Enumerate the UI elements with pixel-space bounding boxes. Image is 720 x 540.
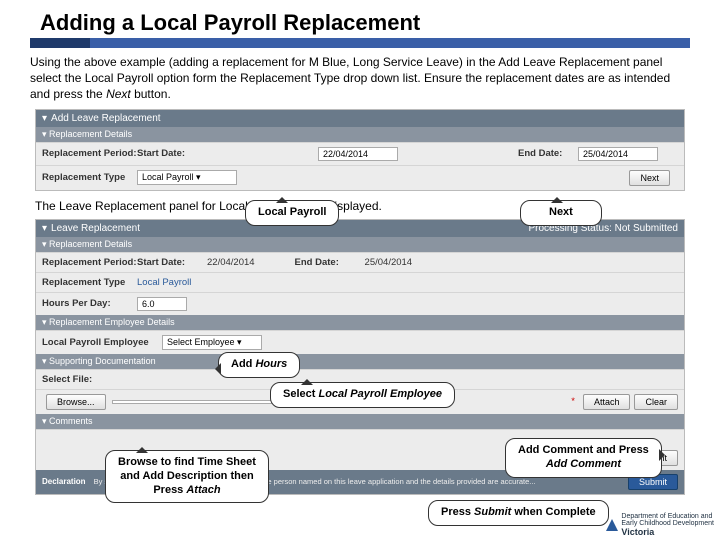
file-label: Select File: [42,374,137,385]
declaration-label: Declaration [42,477,86,486]
period-label2: Replacement Period: [42,257,137,268]
page-title: Adding a Local Payroll Replacement [40,10,690,36]
intro-text: Using the above example (adding a replac… [30,54,690,103]
type-label: Replacement Type [42,172,137,183]
sub-header-employee: ▾ Replacement Employee Details [36,315,684,330]
hours-label: Hours Per Day: [42,298,137,309]
employee-select[interactable]: Select Employee ▾ [162,335,262,350]
sub-header-docs: ▾ Supporting Documentation [36,354,684,369]
sub-header-details: ▾ Replacement Details [36,127,684,142]
type-value2: Local Payroll [137,277,191,288]
callout-local-payroll: Local Payroll [245,200,339,226]
period-label: Replacement Period: [42,148,137,159]
victoria-icon [606,519,618,531]
callout-next: Next [520,200,602,226]
callout-submit: Press Submit when Complete [428,500,609,526]
title-underline [30,38,690,48]
end-label2: End Date: [295,257,365,268]
end-date-value: 25/04/2014 [578,147,658,161]
hours-input[interactable]: 6.0 [137,297,187,311]
required-icon: * [571,396,575,407]
browse-button[interactable]: Browse... [46,394,106,410]
attach-button[interactable]: Attach [583,394,631,410]
callout-add-hours: Add Hours [218,352,300,378]
callout-add-comment: Add Comment and PressAdd Comment [505,438,662,478]
start-value2: 22/04/2014 [207,257,255,268]
callout-browse-attach: Browse to find Time Sheetand Add Descrip… [105,450,269,503]
end-value2: 25/04/2014 [365,257,413,268]
employee-label: Local Payroll Employee [42,337,162,348]
panel-header: ▾Add Leave Replacement [36,110,684,127]
add-leave-replacement-panel: ▾Add Leave Replacement ▾ Replacement Det… [35,109,685,191]
end-date-label: End Date: [518,148,578,159]
sub-header-comments: ▾ Comments [36,414,684,429]
sub-header-details2: ▾ Replacement Details [36,237,684,252]
type-label2: Replacement Type [42,277,137,288]
callout-select-employee: Select Local Payroll Employee [270,382,455,408]
start-label2: Start Date: [137,257,207,268]
type-select[interactable]: Local Payroll ▾ [137,170,237,185]
next-button[interactable]: Next [629,170,670,186]
start-date-value: 22/04/2014 [318,147,398,161]
start-date-label: Start Date: [137,148,232,159]
clear-button[interactable]: Clear [634,394,678,410]
footer-logo: Department of Education and Early Childh… [606,513,714,538]
